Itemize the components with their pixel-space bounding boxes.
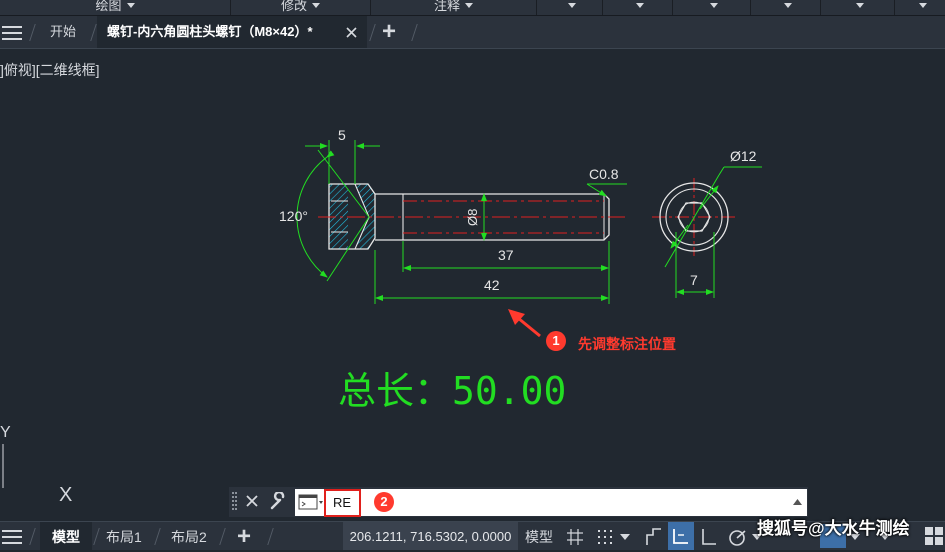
menu-icon[interactable] [2, 530, 22, 544]
leader-line [718, 166, 725, 176]
chevron-down-icon [312, 3, 320, 8]
dim-chamfer: C0.8 [589, 166, 619, 182]
new-tab-button[interactable]: + [382, 20, 396, 44]
ribbon-group-6[interactable] [673, 0, 751, 15]
tab-divider [29, 528, 36, 545]
grid-icon[interactable] [566, 528, 584, 546]
dim-thread-length: 37 [498, 247, 514, 263]
ribbon-panel-bar: 绘图 修改 注释 [0, 0, 945, 16]
ucs-x-label: X [59, 484, 73, 506]
ribbon-group-draw-label: 绘图 [95, 0, 122, 13]
dim-hex-size: 7 [690, 272, 698, 288]
ribbon-group-7[interactable] [751, 0, 821, 15]
tab-divider [267, 528, 274, 545]
chevron-down-icon [568, 3, 576, 8]
model-space-toggle[interactable]: 模型 [525, 522, 553, 550]
tab-start-label: 开始 [50, 24, 77, 39]
infer-constraints-icon[interactable] [643, 527, 663, 547]
tab-divider [90, 24, 97, 41]
tab-document-label: 螺钉-内六角圆柱头螺钉（M8×42）* [107, 24, 313, 39]
tab-start[interactable]: 开始 [50, 16, 76, 48]
chevron-down-icon [126, 3, 135, 8]
chevron-down-icon [636, 3, 644, 8]
ucs-icon [2, 444, 4, 488]
file-tab-bar: 开始 螺钉-内六角圆柱头螺钉（M8×42）* + [0, 16, 945, 49]
dim-head-diameter: Ø12 [730, 148, 757, 164]
chevron-down-icon [856, 3, 864, 8]
step-2-badge: 2 [374, 492, 394, 512]
tab-model[interactable]: 模型 [40, 522, 92, 550]
wrench-icon[interactable] [269, 492, 288, 511]
bolt-end-view: Ø12 7 [652, 148, 762, 298]
ribbon-group-annotate[interactable]: 注释 [371, 0, 537, 15]
watermark: 搜狐号@大水牛测绘 [757, 519, 910, 538]
tab-divider [219, 528, 226, 545]
tab-divider [154, 528, 161, 545]
annotation-arrow [508, 309, 541, 338]
total-length-text: 总长：50.00 [338, 369, 567, 413]
ribbon-group-draw[interactable]: 绘图 [0, 0, 231, 15]
polar-tracking-icon[interactable] [700, 527, 718, 547]
leader-arrow [699, 185, 719, 210]
dim-angle: 120° [279, 208, 308, 224]
tab-layout1[interactable]: 布局1 [106, 522, 142, 550]
tab-divider [29, 24, 36, 41]
add-layout-button[interactable]: + [237, 525, 251, 549]
dim-diameter: Ø8 [465, 209, 480, 226]
ribbon-group-annotate-label: 注释 [433, 0, 460, 13]
chevron-down-icon[interactable] [620, 534, 630, 540]
arrow-shaft [517, 316, 541, 338]
ortho-icon [673, 529, 688, 544]
tab-document[interactable]: 螺钉-内六角圆柱头螺钉（M8×42）* [97, 16, 367, 48]
tab-divider [93, 528, 100, 545]
grip-handle-icon[interactable] [232, 492, 238, 512]
ribbon-group-modify[interactable]: 修改 [231, 0, 371, 15]
workspace-icon[interactable] [924, 526, 944, 546]
close-icon[interactable] [246, 495, 258, 507]
step-1-note: 先调整标注位置 [578, 336, 676, 352]
command-typed-text[interactable]: RE [324, 489, 361, 517]
menu-icon[interactable] [2, 26, 22, 40]
command-prompt-icon[interactable] [298, 494, 324, 511]
chevron-down-icon [784, 3, 792, 8]
ribbon-group-modify-label: 修改 [280, 0, 307, 13]
chevron-down-icon [918, 3, 927, 8]
coordinate-readout[interactable]: 206.1211, 716.5302, 0.0000 [343, 522, 518, 550]
drawing-canvas[interactable]: 5 120° Ø8 C0.8 37 42 Ø12 7 [0, 48, 945, 488]
step-1-badge: 1 [546, 331, 566, 351]
close-icon[interactable] [346, 27, 357, 38]
command-input[interactable] [295, 489, 807, 516]
dim-total-length: 42 [484, 277, 500, 293]
ribbon-group-4[interactable] [537, 0, 603, 15]
snap-icon[interactable] [596, 528, 614, 546]
ribbon-group-9[interactable] [895, 0, 945, 15]
tab-layout2[interactable]: 布局2 [171, 522, 207, 550]
tab-divider [411, 24, 418, 41]
isodraft-icon[interactable] [728, 527, 750, 547]
ortho-toggle-active[interactable] [668, 522, 694, 550]
chevron-down-icon [465, 3, 473, 8]
ucs-y-label: Y [0, 424, 11, 441]
chevron-up-icon[interactable] [793, 499, 802, 505]
ribbon-group-5[interactable] [603, 0, 673, 15]
chevron-down-icon [710, 3, 718, 8]
dim-head-width: 5 [338, 127, 346, 143]
ribbon-group-8[interactable] [821, 0, 895, 15]
tab-divider [369, 24, 376, 41]
